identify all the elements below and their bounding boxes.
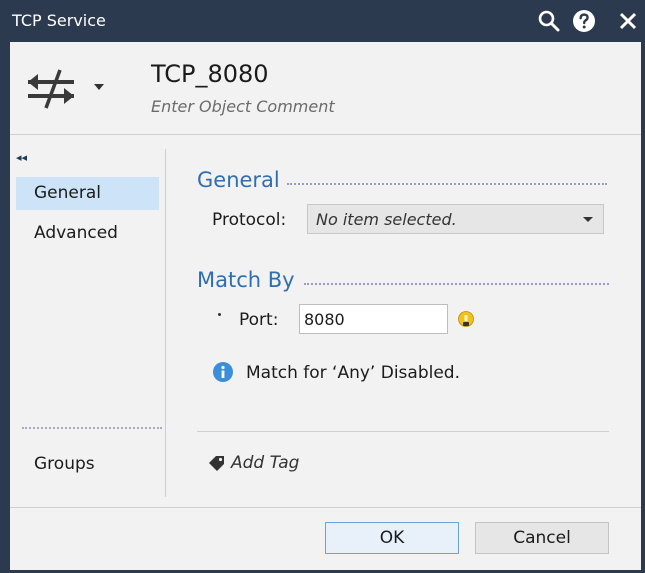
dialog-body: ◂◂ General Advanced Groups General Proto… xyxy=(10,135,641,507)
tcp-service-window: TCP Service TCP_8080 Enter Object Commen… xyxy=(0,0,645,573)
close-icon[interactable] xyxy=(616,9,640,33)
nav-item-general[interactable]: General xyxy=(16,177,159,210)
protocol-select[interactable]: No item selected. xyxy=(307,204,604,234)
collapse-nav-icon[interactable]: ◂◂ xyxy=(16,151,27,164)
cancel-button[interactable]: Cancel xyxy=(475,522,609,554)
match-by-section-title: Match By xyxy=(197,268,295,292)
nav-item-groups[interactable]: Groups xyxy=(16,448,159,481)
match-any-disabled-text: Match for ‘Any’ Disabled. xyxy=(246,363,460,383)
general-section-title: General xyxy=(197,168,280,192)
ok-button[interactable]: OK xyxy=(325,522,459,554)
match-by-section-rule xyxy=(304,283,609,285)
nav-item-advanced[interactable]: Advanced xyxy=(16,217,159,250)
protocol-label: Protocol: xyxy=(212,210,287,230)
dialog-client: TCP_8080 Enter Object Comment ◂◂ General… xyxy=(10,42,641,570)
object-header: TCP_8080 Enter Object Comment xyxy=(10,42,641,135)
object-name[interactable]: TCP_8080 xyxy=(151,60,269,88)
port-input[interactable] xyxy=(299,304,448,334)
nav-divider-vertical xyxy=(165,149,166,497)
help-icon[interactable] xyxy=(572,9,596,33)
window-title: TCP Service xyxy=(12,11,106,30)
dropdown-caret-icon xyxy=(583,217,593,222)
add-tag-link[interactable]: Add Tag xyxy=(231,453,299,473)
protocol-select-value: No item selected. xyxy=(316,210,457,229)
info-icon xyxy=(213,362,233,382)
lightbulb-icon[interactable] xyxy=(457,311,475,329)
port-label: Port: xyxy=(239,310,279,330)
tcp-service-icon[interactable] xyxy=(24,66,78,114)
object-comment-field[interactable]: Enter Object Comment xyxy=(151,97,335,116)
search-icon[interactable] xyxy=(537,9,561,33)
tag-icon[interactable] xyxy=(207,455,225,473)
chevron-down-icon[interactable] xyxy=(94,84,104,90)
bullet-icon xyxy=(218,313,221,316)
dialog-footer: OK Cancel xyxy=(10,507,641,570)
nav-divider xyxy=(22,427,162,429)
title-bar: TCP Service xyxy=(0,0,645,42)
general-section-rule xyxy=(287,183,607,185)
content-divider xyxy=(197,431,609,432)
